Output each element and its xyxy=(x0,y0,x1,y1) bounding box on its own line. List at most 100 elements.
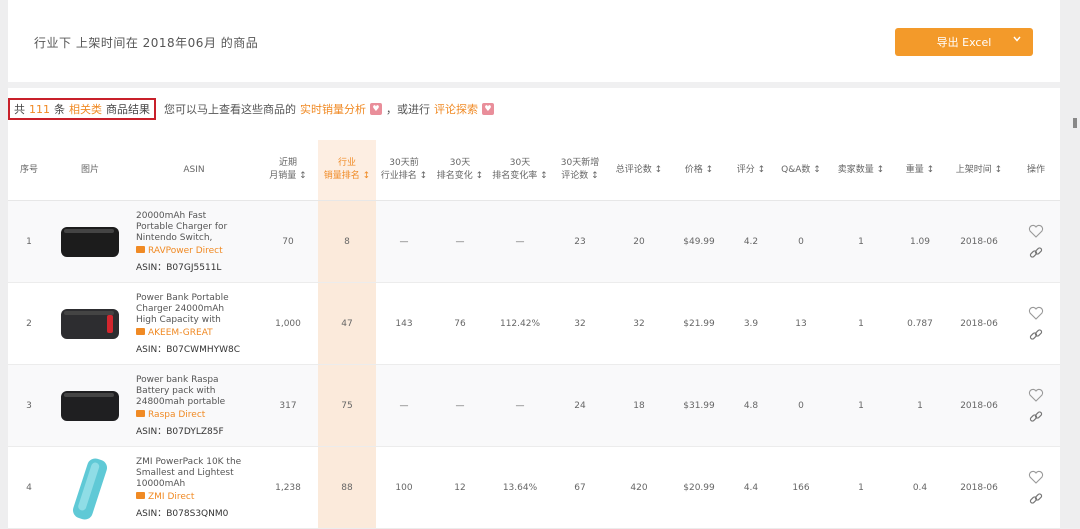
cell-rank: 8 xyxy=(318,200,376,283)
link-icon[interactable] xyxy=(1029,492,1043,506)
review-explore-link[interactable]: 评论探索 xyxy=(434,101,478,117)
column-header[interactable]: 卖家数量 ↕ xyxy=(828,140,894,201)
cell-change: 12 xyxy=(432,446,488,529)
cell-change-rate: — xyxy=(488,200,552,283)
table-row[interactable]: 3 Power bank Raspa Battery pack with 248… xyxy=(8,364,1060,447)
summary-hint-2: ，或进行 xyxy=(386,103,430,116)
table-row[interactable]: 4 ZMI PowerPack 10K the Smallest and Lig… xyxy=(8,446,1060,529)
cell-date: 2018-06 xyxy=(946,446,1012,529)
store-name[interactable]: AKEEM-GREAT xyxy=(148,328,213,338)
product-image[interactable] xyxy=(55,383,125,429)
summary-label: 商品结果 xyxy=(106,103,150,116)
row-index: 4 xyxy=(8,446,50,529)
link-icon[interactable] xyxy=(1029,410,1043,424)
column-header[interactable]: 30天前 行业排名 ↕ xyxy=(376,140,432,201)
column-header[interactable]: 总评论数 ↕ xyxy=(608,140,670,201)
heart-icon[interactable] xyxy=(1028,388,1044,402)
row-index: 3 xyxy=(8,364,50,447)
cell-sales: 317 xyxy=(258,364,318,447)
cart-icon xyxy=(136,245,145,253)
cell-reviews: 18 xyxy=(608,364,670,447)
cell-qa: 0 xyxy=(774,200,828,283)
image-cell xyxy=(50,364,130,447)
cell-date: 2018-06 xyxy=(946,200,1012,283)
cell-change-rate: 13.64% xyxy=(488,446,552,529)
realtime-sales-link[interactable]: 实时销量分析 xyxy=(300,101,366,117)
column-header[interactable]: 30天新增 评论数 ↕ xyxy=(552,140,608,201)
heart-icon[interactable] xyxy=(1028,470,1044,484)
cell-qa: 166 xyxy=(774,446,828,529)
product-image[interactable] xyxy=(55,219,125,265)
store-name[interactable]: Raspa Direct xyxy=(148,410,205,420)
column-header: 序号 xyxy=(8,140,50,201)
cell-change-rate: — xyxy=(488,364,552,447)
cell-reviews: 420 xyxy=(608,446,670,529)
heart-icon[interactable]: ♥ xyxy=(482,103,494,115)
column-header: 图片 xyxy=(50,140,130,201)
cell-rank-30: 100 xyxy=(376,446,432,529)
store-name[interactable]: ZMI Direct xyxy=(148,492,194,502)
cart-icon xyxy=(136,491,145,499)
column-header[interactable]: 近期 月销量 ↕ xyxy=(258,140,318,201)
cell-sales: 1,000 xyxy=(258,282,318,365)
image-cell xyxy=(50,282,130,365)
column-header[interactable]: 上架时间 ↕ xyxy=(946,140,1012,201)
product-table-container: 序号 图片 ASIN 近期 月销量 ↕ 行业 销量排名 ↕ 30天前 行业排名 ↕ 30天 … xyxy=(8,140,1060,529)
summary-prefix: 共 xyxy=(14,103,25,116)
actions-cell xyxy=(1012,446,1060,529)
heart-icon[interactable]: ♥ xyxy=(370,103,382,115)
cell-reviews: 32 xyxy=(608,282,670,365)
export-button[interactable]: 导出 Excel xyxy=(895,28,1033,56)
table-row[interactable]: 1 20000mAh Fast Portable Charger for Nin… xyxy=(8,200,1060,283)
column-header[interactable]: 30天 排名变化率 ↕ xyxy=(488,140,552,201)
image-cell xyxy=(50,200,130,283)
cell-rating: 4.8 xyxy=(728,364,774,447)
summary-unit: 条 xyxy=(54,103,65,116)
section-divider xyxy=(8,82,1060,88)
column-header[interactable]: 重量 ↕ xyxy=(894,140,946,201)
cell-reviews: 20 xyxy=(608,200,670,283)
product-title[interactable]: Power bank Raspa Battery pack with 24800… xyxy=(136,375,246,408)
column-header[interactable]: 评分 ↕ xyxy=(728,140,774,201)
summary-hint-1: 您可以马上查看这些商品的 xyxy=(164,103,296,116)
store-name[interactable]: RAVPower Direct xyxy=(148,246,223,256)
product-title[interactable]: Power Bank Portable Charger 24000mAh Hig… xyxy=(136,293,246,326)
actions-cell xyxy=(1012,364,1060,447)
link-icon[interactable] xyxy=(1029,328,1043,342)
cell-price: $21.99 xyxy=(670,282,728,365)
heart-icon[interactable] xyxy=(1028,224,1044,238)
cell-sales: 70 xyxy=(258,200,318,283)
heart-icon[interactable] xyxy=(1028,306,1044,320)
cell-rank-30: — xyxy=(376,364,432,447)
column-header[interactable]: 30天 排名变化 ↕ xyxy=(432,140,488,201)
column-header[interactable]: 行业 销量排名 ↕ xyxy=(318,140,376,201)
column-header[interactable]: 价格 ↕ xyxy=(670,140,728,201)
actions-cell xyxy=(1012,200,1060,283)
product-table: 序号 图片 ASIN 近期 月销量 ↕ 行业 销量排名 ↕ 30天前 行业排名 ↕ 30天 … xyxy=(8,140,1060,529)
cell-new-reviews: 67 xyxy=(552,446,608,529)
product-title[interactable]: 20000mAh Fast Portable Charger for Ninte… xyxy=(136,211,246,244)
result-count: 111 xyxy=(29,102,50,116)
asin-value: ASIN：B078S3QNM0 xyxy=(136,508,229,519)
table-row[interactable]: 2 Power Bank Portable Charger 24000mAh H… xyxy=(8,282,1060,365)
product-image[interactable] xyxy=(55,301,125,347)
cell-change: 76 xyxy=(432,282,488,365)
cell-date: 2018-06 xyxy=(946,282,1012,365)
cell-sellers: 1 xyxy=(828,364,894,447)
product-title[interactable]: ZMI PowerPack 10K the Smallest and Light… xyxy=(136,457,246,490)
link-icon[interactable] xyxy=(1029,246,1043,260)
cell-qa: 13 xyxy=(774,282,828,365)
cell-weight: 0.4 xyxy=(894,446,946,529)
cell-change-rate: 112.42% xyxy=(488,282,552,365)
scrollbar-marker[interactable] xyxy=(1073,118,1077,128)
asin-value: ASIN：B07GJ5511L xyxy=(136,262,222,273)
cell-sales: 1,238 xyxy=(258,446,318,529)
cell-rank: 88 xyxy=(318,446,376,529)
product-image[interactable] xyxy=(62,456,118,520)
column-header[interactable]: Q&A数 ↕ xyxy=(774,140,828,201)
main-panel: 行业下 上架时间在 2018年06月 的商品 导出 Excel 共 111 条 … xyxy=(8,0,1060,529)
cell-weight: 0.787 xyxy=(894,282,946,365)
cell-sellers: 1 xyxy=(828,446,894,529)
cell-date: 2018-06 xyxy=(946,364,1012,447)
cell-weight: 1 xyxy=(894,364,946,447)
